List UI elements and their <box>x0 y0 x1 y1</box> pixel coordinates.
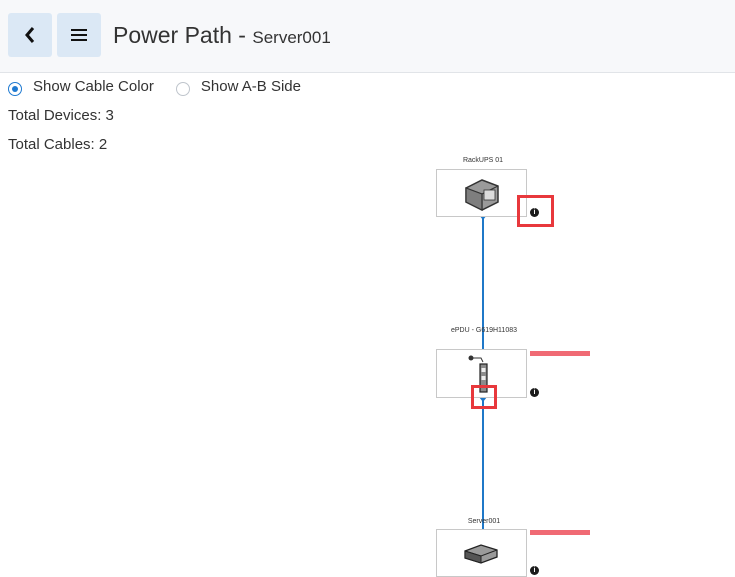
device-label: Server001 <box>467 518 501 525</box>
page-subtitle: Server001 <box>252 28 331 47</box>
title-separator: - <box>231 22 253 48</box>
hamburger-menu-icon <box>71 29 87 41</box>
status-tag <box>530 351 590 356</box>
highlight-box <box>471 385 497 409</box>
display-options: Show Cable Color Show A-B Side <box>8 78 323 96</box>
device-label: RackUPS 01 <box>462 157 504 164</box>
device-server001[interactable] <box>436 529 527 577</box>
chevron-left-icon <box>25 27 35 43</box>
show-cable-color-label[interactable]: Show Cable Color <box>33 78 154 95</box>
total-cables: Total Cables: 2 <box>8 136 108 153</box>
device-rackups[interactable] <box>436 169 527 217</box>
show-cable-color-radio[interactable] <box>8 81 22 96</box>
show-ab-side-radio[interactable] <box>175 81 190 96</box>
total-devices: Total Devices: 3 <box>8 107 114 124</box>
device-label: ePDU - G619H11083 <box>450 327 518 334</box>
app-header: Power Path - Server001 <box>0 0 735 73</box>
info-icon[interactable]: i <box>530 388 539 397</box>
ups-icon <box>465 179 499 211</box>
page-title-text: Power Path <box>113 22 232 48</box>
menu-button[interactable] <box>57 13 101 57</box>
back-button[interactable] <box>8 13 52 57</box>
page-title: Power Path - Server001 <box>113 22 331 49</box>
highlight-box <box>517 195 554 227</box>
status-tag <box>530 530 590 535</box>
show-ab-side-label[interactable]: Show A-B Side <box>201 78 301 95</box>
server-icon <box>464 544 498 564</box>
